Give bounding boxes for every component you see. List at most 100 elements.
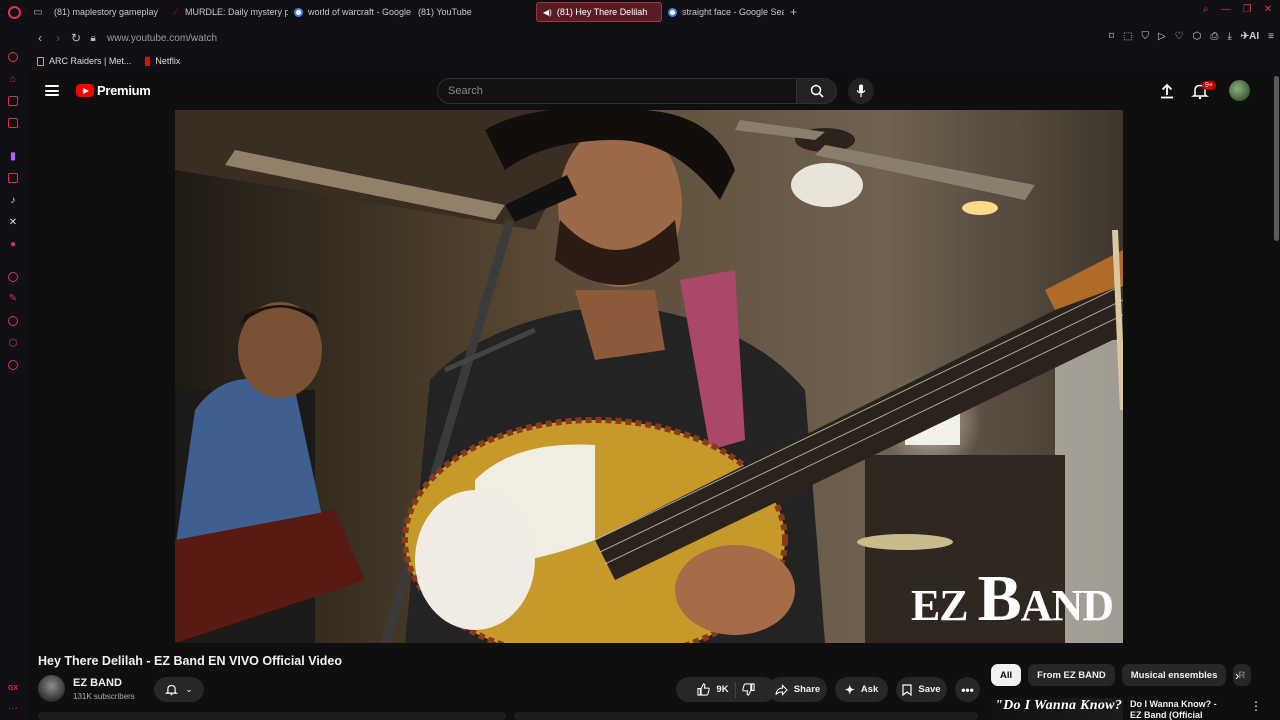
search-button[interactable] bbox=[796, 78, 837, 104]
ez-band-watermark: EZ BAND bbox=[911, 561, 1114, 637]
tab-murdle[interactable]: ⁄ MURDLE: Daily mystery p bbox=[166, 2, 288, 22]
music-player-icon[interactable]: ● bbox=[6, 237, 20, 251]
new-tab-plus-icon[interactable]: + bbox=[790, 5, 797, 19]
like-divider bbox=[734, 681, 736, 698]
tab-label: (81) Hey There Delilah bbox=[556, 7, 648, 17]
aria-ai-button[interactable]: ✈AI bbox=[1241, 31, 1259, 42]
video-player[interactable]: EZ BAND bbox=[175, 110, 1123, 643]
forward-icon[interactable]: › bbox=[49, 31, 67, 45]
notification-count-badge: 9+ bbox=[1202, 81, 1216, 90]
like-count[interactable]: 9K bbox=[716, 684, 728, 695]
news-icon[interactable] bbox=[8, 96, 18, 106]
share-arrow-icon bbox=[775, 683, 788, 696]
subscription-notifications-button[interactable]: ⌄ bbox=[154, 677, 204, 702]
search-tabs-icon[interactable]: ⌕ bbox=[1203, 4, 1209, 15]
chip-all[interactable]: All bbox=[991, 664, 1022, 686]
tab-hey-there-delilah[interactable]: ◀) (81) Hey There Delilah bbox=[27, 2, 1273, 720]
gx-corner-icon[interactable]: ⌂ bbox=[6, 72, 20, 86]
tab-switcher-icon[interactable]: ▭ bbox=[28, 0, 48, 24]
search-icon bbox=[810, 84, 824, 98]
menu-icon[interactable]: ≡ bbox=[1268, 31, 1274, 42]
watermark-rest: AND bbox=[1020, 581, 1114, 630]
pinboard-icon[interactable]: ✎ bbox=[6, 291, 20, 305]
extensions-icon[interactable]: ⬡ bbox=[6, 336, 20, 350]
more-actions-button[interactable]: ••• bbox=[955, 677, 980, 702]
chip-from-ez-band[interactable]: From EZ BAND bbox=[1028, 664, 1115, 686]
shield-icon[interactable]: ⛉ bbox=[1141, 31, 1149, 42]
bookmark-netflix[interactable]: Netflix bbox=[145, 56, 180, 66]
murdle-favicon-icon: ⁄ bbox=[175, 7, 177, 17]
bell-icon bbox=[165, 684, 179, 696]
tab-label: (81) YouTube bbox=[418, 7, 472, 17]
channel-name[interactable]: EZ BAND bbox=[73, 677, 122, 689]
ai-label: AI bbox=[1249, 31, 1260, 42]
settings-icon[interactable] bbox=[8, 360, 18, 370]
heart-icon[interactable]: ♡ bbox=[1175, 31, 1184, 42]
save-button[interactable]: Save bbox=[896, 677, 947, 702]
bookmark-arc-raiders[interactable]: ARC Raiders | Met... bbox=[37, 56, 131, 66]
window-controls: ⌕ — ❐ ✕ bbox=[1203, 4, 1272, 15]
bookmark-icon[interactable]: ⌑ bbox=[1109, 31, 1114, 42]
youtube-logo-icon bbox=[76, 84, 94, 97]
ask-button[interactable]: ✦ Ask bbox=[835, 677, 888, 702]
tab-label: MURDLE: Daily mystery p bbox=[185, 7, 288, 17]
channel-avatar[interactable] bbox=[38, 675, 65, 702]
cube-icon[interactable]: ⬡ bbox=[1193, 31, 1202, 42]
restore-icon[interactable]: ❐ bbox=[1243, 4, 1252, 15]
player-icon[interactable] bbox=[8, 272, 18, 282]
share-button[interactable]: Share bbox=[768, 677, 827, 702]
chevron-right-icon[interactable]: › bbox=[1235, 668, 1239, 683]
video-title: Hey There Delilah - EZ Band EN VIVO Offi… bbox=[38, 654, 343, 668]
tab-straight-face[interactable]: straight face - Google Sea bbox=[662, 2, 784, 22]
download-icon[interactable]: ⤓ bbox=[1227, 31, 1231, 42]
chip-musical-ensembles[interactable]: Musical ensembles bbox=[1121, 664, 1227, 686]
upload-icon[interactable] bbox=[1158, 82, 1176, 100]
lock-icon[interactable]: 🔒︎ bbox=[85, 33, 101, 44]
tab-list: (81) maplestory gameplay ⁄ MURDLE: Daily… bbox=[27, 0, 1273, 720]
search-input[interactable] bbox=[448, 85, 786, 97]
dislike-thumb-down-icon[interactable] bbox=[741, 683, 755, 696]
recommendation-title[interactable]: Do I Wanna Know? - EZ Band (Official Vid… bbox=[1130, 699, 1230, 720]
hamburger-menu-icon[interactable] bbox=[45, 85, 59, 96]
url-field[interactable]: www.youtube.com/watch bbox=[107, 33, 217, 44]
like-thumb-up-icon[interactable] bbox=[697, 683, 711, 696]
more-icon[interactable]: ··· bbox=[6, 701, 20, 715]
gx-control-icon[interactable] bbox=[8, 52, 18, 62]
history-icon[interactable] bbox=[8, 316, 18, 326]
recommendation-thumbnail[interactable]: "Do I Wanna Know?" bbox=[991, 698, 1123, 720]
ask-label: Ask bbox=[860, 684, 879, 695]
play-icon[interactable]: ▷ bbox=[1158, 31, 1166, 42]
tab-world-of-warcraft[interactable]: world of warcraft - Google bbox=[288, 2, 412, 22]
browser-sidebar: ⌂ ▮ ♪ ✕ ● ✎ ⬡ GX ··· bbox=[0, 24, 27, 720]
twitch-icon[interactable]: ▮ bbox=[6, 149, 20, 163]
opera-logo-icon[interactable] bbox=[0, 0, 28, 24]
back-icon[interactable]: ‹ bbox=[31, 31, 49, 45]
x-twitter-icon[interactable]: ✕ bbox=[6, 215, 20, 229]
murdle-sidebar-icon[interactable] bbox=[8, 118, 18, 128]
instagram-icon[interactable] bbox=[8, 173, 18, 183]
share-label: Share bbox=[793, 684, 821, 695]
search-box[interactable] bbox=[437, 78, 797, 104]
subscriber-count: 131K subscribers bbox=[73, 692, 135, 701]
speaker-icon[interactable]: ◀) bbox=[543, 8, 552, 17]
logo-text: Premium bbox=[97, 83, 151, 98]
youtube-premium-logo[interactable]: Premium bbox=[76, 83, 151, 98]
page-scrollbar[interactable] bbox=[1273, 70, 1280, 720]
close-icon[interactable]: ✕ bbox=[1264, 4, 1272, 15]
tab-maplestory[interactable]: (81) maplestory gameplay bbox=[27, 2, 1273, 720]
gx-badge[interactable]: GX bbox=[6, 681, 20, 695]
tab-label: world of warcraft - Google bbox=[308, 7, 412, 17]
snapshot-icon[interactable]: ⬚ bbox=[1123, 31, 1132, 42]
scrollbar-thumb[interactable] bbox=[1274, 76, 1279, 241]
reload-icon[interactable]: ↻ bbox=[67, 31, 85, 45]
account-avatar[interactable] bbox=[1229, 80, 1250, 101]
more-vertical-icon[interactable]: ⋮ bbox=[1250, 699, 1262, 713]
tab-youtube-home[interactable]: (81) YouTube bbox=[27, 2, 1273, 720]
like-dislike-group: 9K bbox=[676, 677, 776, 702]
paste-icon[interactable]: ⎙ bbox=[1210, 31, 1218, 42]
voice-search-button[interactable] bbox=[848, 78, 874, 104]
minimize-icon[interactable]: — bbox=[1221, 4, 1231, 15]
related-filter-chips: All From EZ BAND Musical ensembles R bbox=[991, 664, 1252, 686]
tiktok-icon[interactable]: ♪ bbox=[6, 193, 20, 207]
bookmark-label: Netflix bbox=[155, 56, 181, 66]
